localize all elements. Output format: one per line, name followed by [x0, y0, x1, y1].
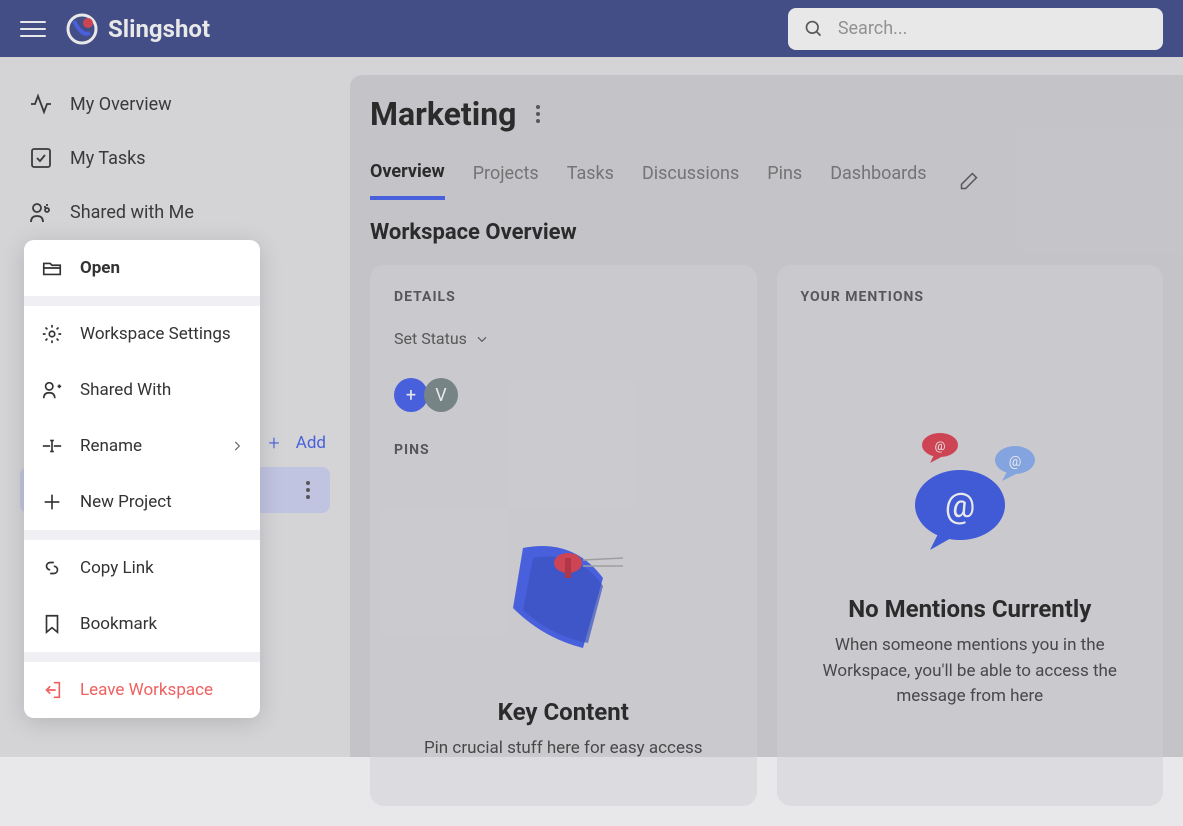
page-more-button[interactable] [536, 105, 540, 123]
link-icon [40, 556, 64, 580]
tab-overview[interactable]: Overview [370, 161, 445, 200]
svg-text:@: @ [1008, 454, 1021, 470]
tab-tasks[interactable]: Tasks [567, 163, 614, 198]
workspace-more-button[interactable] [306, 481, 310, 499]
edit-tabs-button[interactable] [959, 171, 979, 191]
svg-text:@: @ [944, 486, 975, 526]
sidebar-item-label: Shared with Me [70, 202, 194, 223]
brand-name: Slingshot [108, 15, 210, 43]
tab-projects[interactable]: Projects [473, 163, 539, 198]
member-avatar[interactable]: V [424, 378, 458, 412]
mentions-empty-title: No Mentions Currently [821, 595, 1120, 623]
svg-text:@: @ [934, 439, 945, 453]
member-avatars: + V [394, 378, 733, 412]
chevron-right-icon [230, 439, 244, 453]
menu-item-settings[interactable]: Workspace Settings [24, 306, 260, 362]
add-workspace-button[interactable]: Add [296, 433, 326, 453]
menu-item-leave[interactable]: Leave Workspace [24, 662, 260, 718]
chevron-down-icon [475, 332, 489, 346]
menu-toggle-button[interactable] [20, 21, 46, 37]
check-square-icon [28, 145, 54, 171]
card-header: DETAILS [394, 289, 733, 305]
bookmark-icon [40, 612, 64, 636]
users-icon [28, 199, 54, 225]
mentions-illustration: @ @ @ [801, 425, 1140, 555]
card-header: YOUR MENTIONS [801, 289, 1140, 305]
main-content: Marketing Overview Projects Tasks Discus… [350, 75, 1183, 757]
sidebar-item-tasks[interactable]: My Tasks [0, 131, 350, 185]
tab-bar: Overview Projects Tasks Discussions Pins… [370, 161, 1163, 200]
search-box[interactable] [788, 8, 1163, 50]
plus-icon: + [268, 431, 279, 455]
plus-icon [40, 490, 64, 514]
mentions-card: YOUR MENTIONS @ @ @ No Ment [777, 265, 1164, 806]
page-title: Marketing [370, 95, 516, 133]
pins-section-label: PINS [394, 442, 733, 458]
tab-discussions[interactable]: Discussions [642, 163, 739, 198]
slingshot-icon [66, 13, 98, 45]
pin-illustration [414, 508, 713, 668]
mentions-empty-text: When someone mentions you in the Workspa… [821, 633, 1120, 710]
activity-icon [28, 91, 54, 117]
menu-item-rename[interactable]: Rename [24, 418, 260, 474]
menu-item-bookmark[interactable]: Bookmark [24, 596, 260, 652]
sidebar-item-overview[interactable]: My Overview [0, 77, 350, 131]
add-member-button[interactable]: + [394, 378, 428, 412]
details-card: DETAILS Set Status + V PINS [370, 265, 757, 806]
pins-empty-text: Pin crucial stuff here for easy access [414, 736, 713, 762]
pins-empty-state: Key Content Pin crucial stuff here for e… [394, 478, 733, 782]
exit-icon [40, 678, 64, 702]
sidebar-item-label: My Overview [70, 94, 172, 115]
menu-item-new-project[interactable]: New Project [24, 474, 260, 530]
menu-item-copy-link[interactable]: Copy Link [24, 540, 260, 596]
search-icon [804, 18, 824, 40]
tab-dashboards[interactable]: Dashboards [830, 163, 926, 198]
menu-item-open[interactable]: Open [24, 240, 260, 296]
sidebar-item-label: My Tasks [70, 148, 146, 169]
tab-pins[interactable]: Pins [767, 163, 802, 198]
section-title: Workspace Overview [370, 220, 1163, 245]
pins-empty-title: Key Content [414, 698, 713, 726]
gear-icon [40, 322, 64, 346]
rename-icon [40, 434, 64, 458]
search-input[interactable] [838, 18, 1147, 39]
folder-open-icon [40, 256, 64, 280]
app-header: Slingshot [0, 0, 1183, 57]
user-plus-icon [40, 378, 64, 402]
brand-logo[interactable]: Slingshot [66, 13, 210, 45]
sidebar-item-shared[interactable]: Shared with Me [0, 185, 350, 239]
workspace-context-menu: Open Workspace Settings Shared With Rena… [24, 240, 260, 718]
menu-item-shared-with[interactable]: Shared With [24, 362, 260, 418]
set-status-button[interactable]: Set Status [394, 329, 733, 348]
